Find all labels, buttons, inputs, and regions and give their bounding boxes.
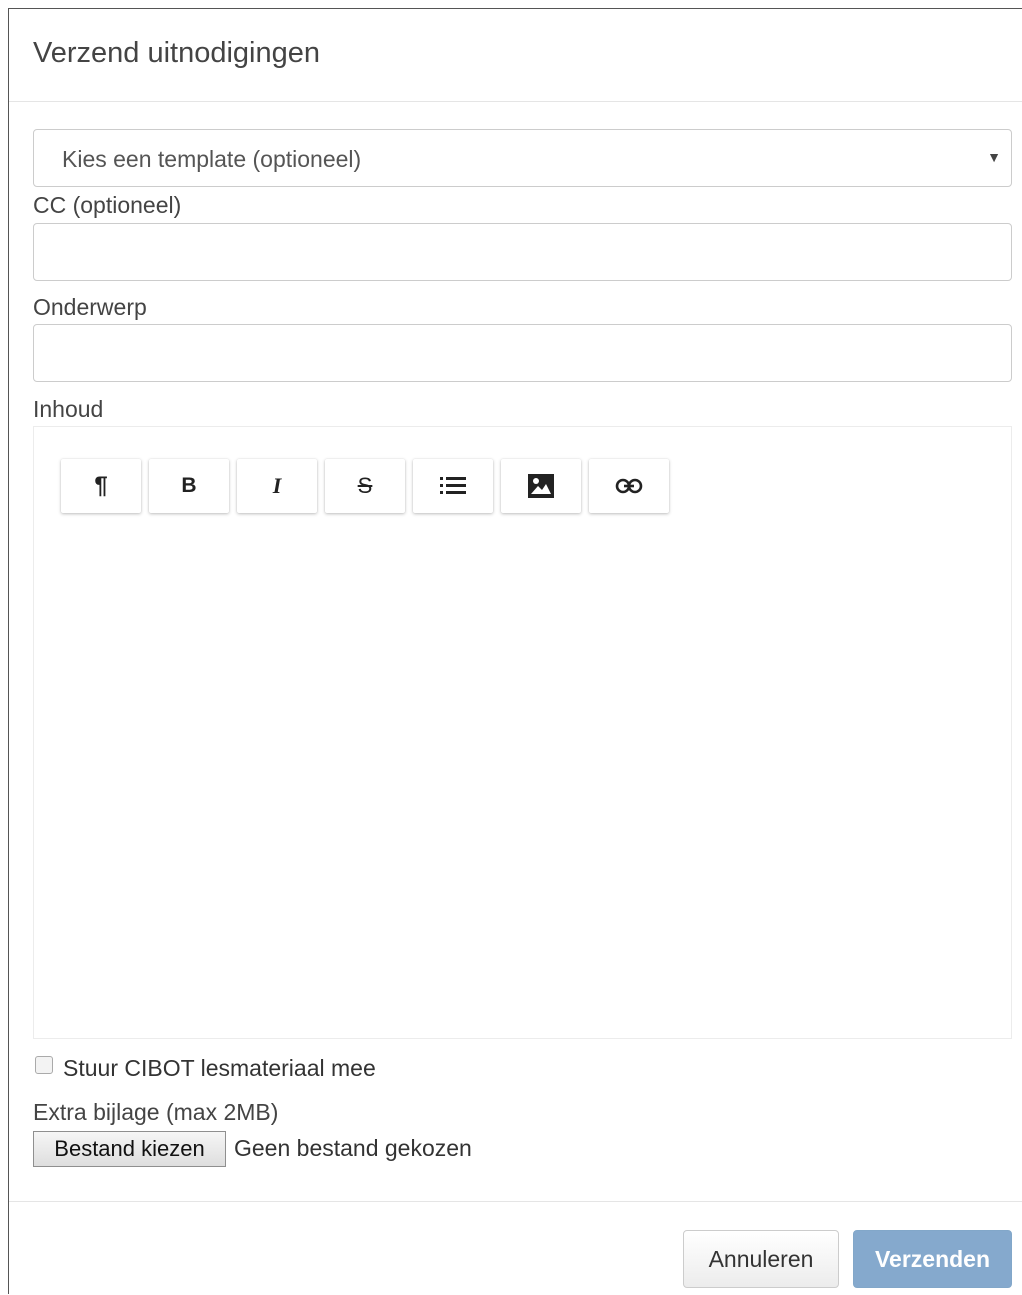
invite-dialog: Verzend uitnodigingen Kies een template … — [8, 8, 1022, 1294]
include-material-checkbox[interactable] — [35, 1056, 53, 1074]
dropdown-arrow-icon: ▼ — [987, 149, 1001, 165]
send-button[interactable]: Verzenden — [853, 1230, 1012, 1288]
bold-button[interactable]: B — [149, 459, 229, 513]
include-material-label: Stuur CIBOT lesmateriaal mee — [63, 1055, 376, 1081]
file-status: Geen bestand gekozen — [234, 1135, 472, 1161]
link-icon — [615, 478, 643, 494]
template-select[interactable]: Kies een template (optioneel) ▼ — [33, 129, 1012, 187]
cc-input[interactable] — [33, 223, 1012, 281]
dialog-header: Verzend uitnodigingen — [9, 9, 1022, 102]
strikethrough-icon: S — [357, 473, 373, 498]
strikethrough-button[interactable]: S — [325, 459, 405, 513]
paragraph-button[interactable]: ¶ — [61, 459, 141, 513]
bold-icon: B — [181, 474, 197, 497]
content-label: Inhoud — [33, 396, 104, 422]
attachment-label: Extra bijlage (max 2MB) — [33, 1099, 279, 1125]
italic-icon: I — [272, 473, 282, 498]
subject-label: Onderwerp — [33, 294, 147, 320]
cc-label: CC (optioneel) — [33, 192, 182, 218]
list-button[interactable] — [413, 459, 493, 513]
image-button[interactable] — [501, 459, 581, 513]
template-select-value: Kies een template (optioneel) — [62, 146, 362, 172]
subject-input[interactable] — [33, 324, 1012, 382]
cancel-button[interactable]: Annuleren — [683, 1230, 839, 1288]
content-editor[interactable]: ¶ B I S — [33, 426, 1012, 1039]
dialog-title: Verzend uitnodigingen — [33, 37, 321, 69]
italic-button[interactable]: I — [237, 459, 317, 513]
paragraph-icon: ¶ — [94, 472, 108, 499]
link-button[interactable] — [589, 459, 669, 513]
choose-file-button[interactable]: Bestand kiezen — [33, 1131, 226, 1167]
dialog-footer: Annuleren Verzenden — [9, 1201, 1022, 1295]
list-icon — [440, 477, 466, 494]
image-icon — [528, 474, 554, 498]
